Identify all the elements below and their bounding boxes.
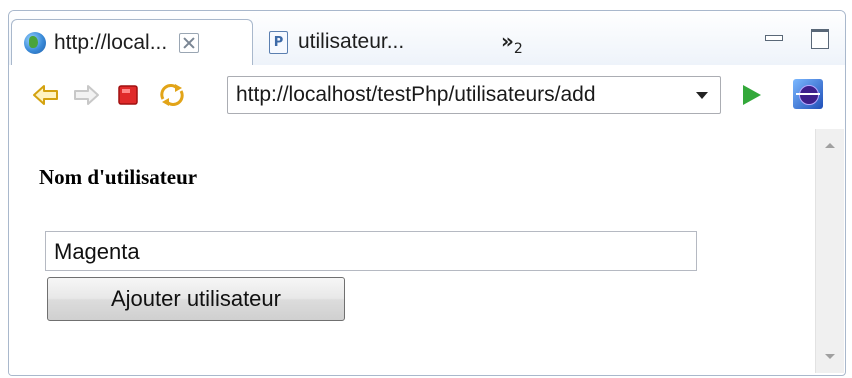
back-arrow-icon[interactable] xyxy=(31,81,61,109)
stop-icon[interactable] xyxy=(113,81,143,109)
forward-arrow-icon[interactable] xyxy=(71,81,101,109)
username-input[interactable]: Magenta xyxy=(45,231,697,271)
tab-label: http://local... xyxy=(54,31,168,54)
scroll-down-icon[interactable] xyxy=(825,354,835,359)
overflow-count: 2 xyxy=(513,41,523,57)
go-play-icon[interactable] xyxy=(743,85,761,105)
tab-label: utilisateur... xyxy=(298,30,405,53)
minimize-icon[interactable] xyxy=(765,35,783,41)
refresh-icon[interactable] xyxy=(157,81,187,109)
tab-utilisateur[interactable]: P utilisateur... xyxy=(263,19,463,65)
tab-localhost[interactable]: http://local... xyxy=(11,19,253,66)
close-tab-icon[interactable] xyxy=(179,33,200,53)
tab-overflow-button[interactable]: »2 xyxy=(501,29,523,57)
add-user-button[interactable]: Ajouter utilisateur xyxy=(47,277,345,321)
chevron-down-icon[interactable] xyxy=(696,92,708,99)
vertical-scrollbar[interactable] xyxy=(815,129,844,373)
globe-icon xyxy=(24,32,46,54)
maximize-icon[interactable] xyxy=(811,29,829,49)
php-file-icon: P xyxy=(269,30,288,54)
overflow-chevron-icon: » xyxy=(501,29,514,53)
tab-strip: http://local... P utilisateur... »2 xyxy=(9,11,845,66)
page-content: Nom d'utilisateur Magenta Ajouter utilis… xyxy=(9,125,813,375)
eclipse-icon[interactable] xyxy=(793,79,823,109)
scroll-up-icon[interactable] xyxy=(825,143,835,148)
browser-window: http://local... P utilisateur... »2 http… xyxy=(8,10,846,376)
browser-toolbar: http://localhost/testPhp/utilisateurs/ad… xyxy=(9,65,845,125)
url-input[interactable]: http://localhost/testPhp/utilisateurs/ad… xyxy=(228,83,596,107)
url-combobox[interactable]: http://localhost/testPhp/utilisateurs/ad… xyxy=(227,76,721,114)
username-label: Nom d'utilisateur xyxy=(39,165,198,189)
